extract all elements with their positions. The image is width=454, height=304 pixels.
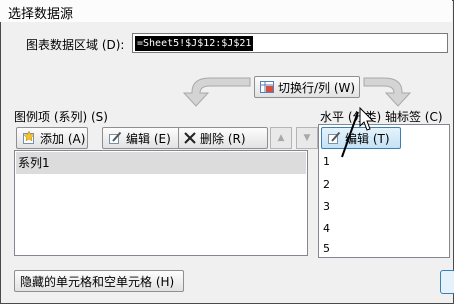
horizontal-axis-labels-label: 水平 (分类) 轴标签 (C) bbox=[320, 110, 443, 124]
hidden-and-empty-cells-button[interactable]: 隐藏的单元格和空单元格 (H) bbox=[14, 270, 184, 292]
add-icon bbox=[22, 131, 36, 145]
edit-icon bbox=[327, 131, 341, 145]
delete-icon bbox=[184, 132, 196, 144]
list-item[interactable]: 1 bbox=[323, 155, 330, 168]
dialog-title: 选择数据源 bbox=[8, 7, 74, 22]
chart-data-range-value: =Sheet5!$J$12:$J$21 bbox=[135, 36, 254, 51]
add-series-button[interactable]: 添加 (A) bbox=[16, 127, 88, 149]
switch-row-column-label: 切换行/列 (W) bbox=[278, 80, 356, 95]
move-up-button[interactable]: ▲ bbox=[270, 127, 292, 149]
switch-row-column-button[interactable]: 切换行/列 (W) bbox=[254, 76, 360, 98]
title-bar[interactable]: 选择数据源 bbox=[0, 0, 452, 22]
move-down-button[interactable]: ▼ bbox=[296, 127, 318, 149]
axis-labels-panel: 编辑 (T) 1 2 3 4 5 bbox=[318, 124, 450, 258]
list-item[interactable]: 4 bbox=[323, 222, 330, 235]
legend-toolbar: 添加 (A) 编辑 (E) 删除 (R) ▲ ▼ bbox=[14, 126, 318, 150]
list-item[interactable]: 系列1 bbox=[16, 152, 306, 174]
legend-entries-label: 图例项 (系列) (S) bbox=[14, 110, 108, 124]
chart-data-range-label: 图表数据区域 (D): bbox=[26, 38, 125, 52]
delete-series-button[interactable]: 删除 (R) bbox=[178, 127, 268, 149]
move-down-icon: ▼ bbox=[303, 133, 311, 143]
edit-axis-labels-button[interactable]: 编辑 (T) bbox=[321, 127, 401, 149]
edit-axis-labels-label: 编辑 (T) bbox=[345, 131, 390, 146]
list-item[interactable]: 3 bbox=[323, 200, 330, 213]
legend-series-list[interactable]: 系列1 bbox=[14, 150, 308, 256]
list-item[interactable]: 5 bbox=[323, 242, 330, 255]
switch-row-column-icon bbox=[260, 81, 274, 93]
edit-series-button[interactable]: 编辑 (E) bbox=[102, 127, 190, 149]
ok-button[interactable] bbox=[440, 270, 454, 294]
add-series-label: 添加 (A) bbox=[40, 131, 86, 146]
edit-series-label: 编辑 (E) bbox=[126, 131, 171, 146]
hidden-and-empty-cells-label: 隐藏的单元格和空单元格 (H) bbox=[20, 274, 175, 289]
delete-series-label: 删除 (R) bbox=[200, 131, 246, 146]
list-item[interactable]: 2 bbox=[323, 178, 330, 191]
move-up-icon: ▲ bbox=[277, 133, 285, 143]
chart-data-range-input[interactable]: =Sheet5!$J$12:$J$21 bbox=[132, 33, 448, 53]
edit-icon bbox=[108, 131, 122, 145]
